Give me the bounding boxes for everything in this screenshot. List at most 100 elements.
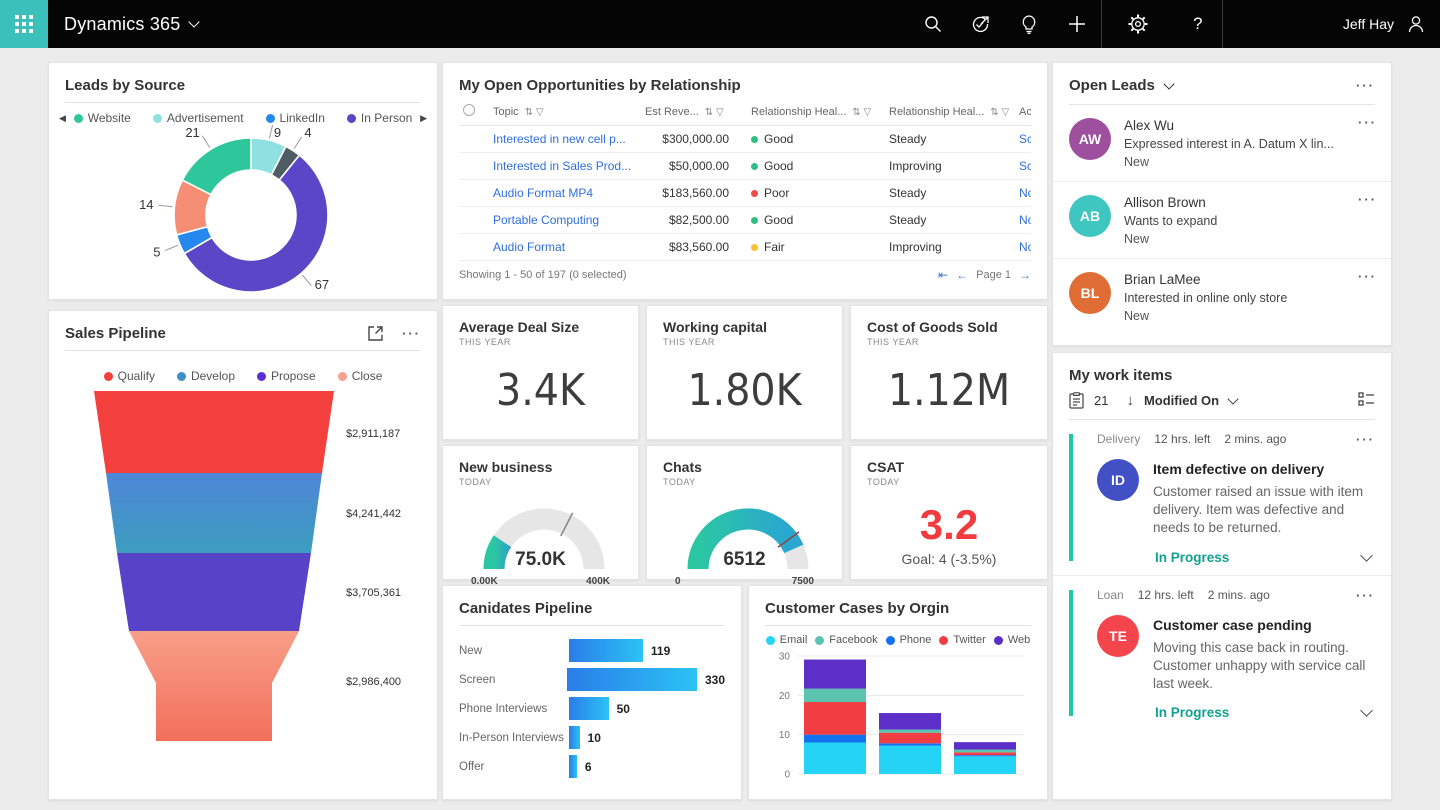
funnel-legend-item[interactable]: Close [338,369,383,383]
column-header[interactable]: Account⇅ ▽ [1015,98,1031,126]
leads-legend-item[interactable]: Advertisement [153,111,244,125]
stack-segment-facebook[interactable] [879,730,941,733]
search-button[interactable] [909,0,957,48]
stack-segment-twitter[interactable] [804,702,866,735]
sales-funnel-chart[interactable]: $2,911,187$4,241,442$3,705,361$2,986,400 [49,389,437,743]
funnel-stage-propose[interactable] [117,553,311,631]
popout-icon[interactable] [367,325,384,342]
column-header[interactable]: Relationship Heal...⇅ ▽ [885,98,1015,126]
cases-legend-item[interactable]: Twitter [939,634,985,646]
record-link[interactable]: School of Fine Art [1019,159,1031,173]
more-options-button[interactable]: ··· [1358,115,1377,130]
stack-segment-twitter[interactable] [954,752,1016,755]
funnel-legend-item[interactable]: Propose [257,369,316,383]
sort-field-label[interactable]: Modified On [1144,393,1219,408]
cases-stacked-chart[interactable]: 0102030 [749,648,1047,788]
settings-button[interactable] [1114,0,1162,48]
candidate-bar-row[interactable]: Screen330 [443,665,741,694]
app-launcher-waffle-icon[interactable] [0,0,48,48]
record-link[interactable]: Interested in new cell p... [493,132,626,146]
record-link[interactable]: Interested in Sales Prod... [493,159,631,173]
candidates-bar-chart[interactable]: New119Screen330Phone Interviews50In-Pers… [443,626,741,781]
previous-page-icon[interactable]: ← [956,268,968,282]
chevron-down-icon[interactable] [1227,393,1238,404]
chevron-down-icon[interactable] [1360,549,1373,562]
record-link[interactable]: Northwind Trad... [1019,213,1031,227]
column-header[interactable]: Relationship Heal...⇅ ▽ [747,98,885,126]
stack-segment-phone[interactable] [879,743,941,745]
cases-legend-item[interactable]: Web [994,634,1030,646]
table-row[interactable]: Portable Computing$82,500.00GoodSteadyNo… [459,207,1031,234]
funnel-stage-close[interactable] [129,631,299,741]
table-row[interactable]: Interested in Sales Prod...$50,000.00Goo… [459,153,1031,180]
record-link[interactable]: Audio Format [493,240,565,254]
more-options-button[interactable]: ··· [1356,588,1375,603]
lead-list-item[interactable]: ABAllison BrownWants to expandNew··· [1053,182,1391,259]
column-header[interactable]: Est Reve...⇅ ▽ [641,98,747,126]
table-row[interactable]: Audio Format MP4$183,560.00PoorSteadyNor… [459,180,1031,207]
leads-donut-chart[interactable]: 946751421 [49,125,437,293]
record-link[interactable]: Portable Computing [493,213,599,227]
stack-segment-web[interactable] [879,713,941,730]
candidate-bar-row[interactable]: Phone Interviews50 [443,694,741,723]
work-item[interactable]: Loan12 hrs. left2 mins. ago···TECustomer… [1053,576,1391,731]
more-options-button[interactable]: ··· [1358,192,1377,207]
funnel-stage-qualify[interactable] [94,391,334,473]
help-button[interactable]: ? [1174,0,1222,48]
stack-segment-facebook[interactable] [954,750,1016,753]
stack-segment-facebook[interactable] [804,689,866,702]
sort-descending-icon[interactable]: ↓ [1126,392,1134,409]
legend-scroll-left-icon[interactable]: ◀ [59,113,66,124]
stack-segment-phone[interactable] [804,735,866,743]
record-link[interactable]: School of Fine Art [1019,132,1031,146]
cases-legend-item[interactable]: Email [766,634,808,646]
record-link[interactable]: Audio Format MP4 [493,186,593,200]
donut-slice-Website[interactable] [182,138,251,195]
new-business-gauge[interactable]: 75.0K0.00K400K [459,489,622,585]
new-record-button[interactable] [1053,0,1101,48]
candidate-bar-row[interactable]: New119 [443,636,741,665]
stack-segment-web[interactable] [954,742,1016,749]
leads-legend-item[interactable]: LinkedIn [266,111,325,125]
status-dropdown[interactable]: In Progress [1155,705,1229,720]
work-item[interactable]: Delivery12 hrs. left2 mins. ago···IDItem… [1053,420,1391,576]
cases-legend-item[interactable]: Phone [886,634,932,646]
stack-segment-email[interactable] [954,756,1016,774]
leads-legend-item[interactable]: In Person [347,111,412,125]
stack-segment-email[interactable] [804,743,866,774]
more-options-button[interactable]: ··· [1358,269,1377,284]
task-checker-button[interactable] [957,0,1005,48]
chats-gauge[interactable]: 651207500 [663,489,826,585]
app-title[interactable]: Dynamics 365 [64,14,198,35]
lead-list-item[interactable]: AWAlex WuExpressed interest in A. Datum … [1053,105,1391,182]
table-row[interactable]: Audio Format$83,560.00FairImprovingNorth… [459,234,1031,261]
legend-scroll-right-icon[interactable]: ▶ [420,113,427,124]
user-menu[interactable]: Jeff Hay [1223,14,1440,34]
first-page-icon[interactable]: ⇤ [938,268,948,282]
lead-list-item[interactable]: BLBrian LaMeeInterested in online only s… [1053,259,1391,335]
record-link[interactable]: Northwind Trad... [1019,240,1031,254]
funnel-stage-develop[interactable] [106,473,322,553]
next-page-icon[interactable]: → [1019,268,1031,282]
record-link[interactable]: Northwind Trad... [1019,186,1031,200]
chevron-down-icon[interactable] [1163,78,1174,89]
stack-segment-web[interactable] [804,660,866,689]
stack-segment-phone[interactable] [954,755,1016,756]
status-dropdown[interactable]: In Progress [1155,550,1229,565]
candidate-bar-row[interactable]: Offer6 [443,752,741,781]
chevron-down-icon[interactable] [1360,704,1373,717]
stack-segment-email[interactable] [879,746,941,774]
table-row[interactable]: Interested in new cell p...$300,000.00Go… [459,126,1031,153]
stack-segment-twitter[interactable] [879,733,941,744]
select-all-checkbox[interactable] [459,98,489,126]
view-switcher-button[interactable] [1358,392,1375,409]
insights-button[interactable] [1005,0,1053,48]
more-options-button[interactable]: ··· [1356,78,1375,93]
candidate-bar-row[interactable]: In-Person Interviews10 [443,723,741,752]
funnel-legend-item[interactable]: Develop [177,369,235,383]
column-header[interactable]: Topic⇅ ▽ [489,98,641,126]
funnel-legend-item[interactable]: Qualify [104,369,155,383]
more-options-button[interactable]: ··· [402,326,421,341]
leads-legend-item[interactable]: Website [74,111,131,125]
cases-legend-item[interactable]: Facebook [815,634,877,646]
